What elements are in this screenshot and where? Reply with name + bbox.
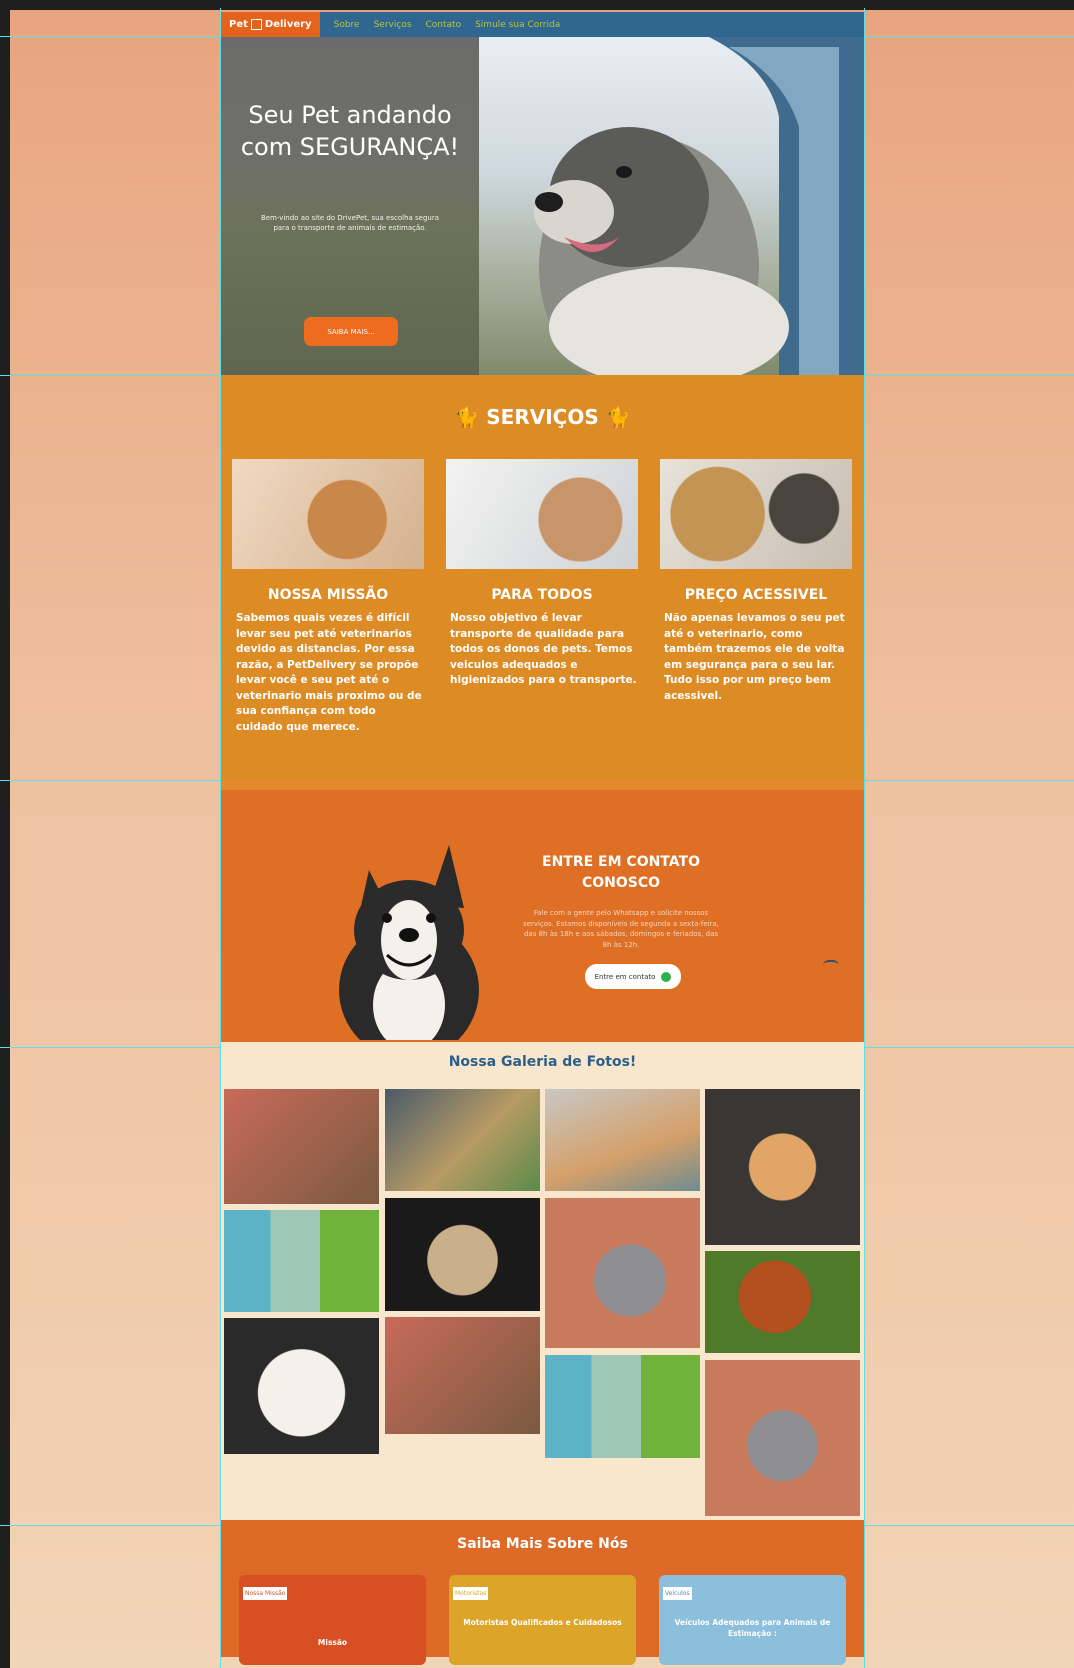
screen-left-edge	[0, 8, 10, 1668]
hero-section: Seu Pet andando com SEGURANÇA! Bem-vindo…	[221, 37, 864, 375]
nav-link-simule[interactable]: Simule sua Corrida	[475, 20, 560, 30]
services-title: 🐈 SERVIÇOS 🐈	[454, 405, 631, 429]
service-card-para-todos: PARA TODOS Nosso objetivo é levar transp…	[446, 459, 638, 689]
gallery-photo-bunny[interactable]	[545, 1198, 700, 1348]
hero-subtitle: Bem-vindo ao site do DrivePet, sua escol…	[260, 214, 440, 232]
service-heading: PREÇO ACESSIVEL	[684, 587, 828, 603]
gallery-photo-parakeets[interactable]	[224, 1210, 379, 1312]
about-card-missao[interactable]: Nossa Missão Missão	[239, 1575, 426, 1665]
gallery-photo-dog-outdoors[interactable]	[385, 1089, 540, 1191]
hero-title: Seu Pet andando com SEGURANÇA!	[240, 101, 460, 161]
whatsapp-icon	[661, 971, 672, 982]
brand-suffix: Delivery	[264, 19, 312, 30]
cat-icon: 🐈	[454, 405, 480, 429]
service-heading: NOSSA MISSÃO	[267, 587, 389, 603]
contact-title: ENTRE EM CONTATO CONOSCO	[542, 854, 700, 891]
card-text: Veículos Adequados para Animais de Estim…	[674, 1618, 831, 1638]
whatsapp-contact-button[interactable]: Entre em contato	[585, 964, 681, 989]
page-content: Pet Delivery Sobre Serviços Contato Simu…	[221, 12, 864, 1665]
paw-box-icon	[250, 19, 262, 30]
service-text: Não apenas levamos o seu pet até o veter…	[664, 612, 845, 702]
gallery-photo-dog[interactable]	[224, 1089, 379, 1204]
card-tag: Veículos	[663, 1587, 692, 1600]
screen-top-edge	[0, 0, 1074, 10]
brand-logo[interactable]: Pet Delivery	[221, 12, 320, 37]
nav-link-servicos[interactable]: Serviços	[374, 20, 412, 30]
card-text: Motoristas Qualificados e Cuidadosos	[463, 1618, 622, 1627]
about-title: Saiba Mais Sobre Nós	[457, 1536, 628, 1552]
service-heading: PARA TODOS	[491, 587, 593, 603]
service-text: Sabemos quais vezes é difícil levar seu …	[236, 612, 422, 733]
contact-text: Fale com a gente pelo Whatsapp e solicit…	[523, 909, 719, 949]
cat-icon: 🐈	[605, 405, 631, 429]
gallery-photo-cat-toy[interactable]	[545, 1089, 700, 1191]
saiba-mais-button[interactable]: SAIBA MAIS...	[304, 317, 398, 346]
service-card-preco: PREÇO ACESSIVEL Não apenas levamos o seu…	[660, 459, 852, 704]
service-text: Nosso objetivo é levar transporte de qua…	[450, 612, 637, 686]
card-tag: Nossa Missão	[243, 1587, 288, 1600]
nav-link-sobre[interactable]: Sobre	[334, 20, 360, 30]
about-section: Saiba Mais Sobre Nós Nossa Missão Missão…	[221, 1520, 864, 1665]
guide-line	[864, 8, 865, 1668]
grooming-dog-photo	[232, 459, 424, 569]
dog-in-car-illustration	[534, 37, 864, 375]
gallery-photo-white-dog[interactable]	[224, 1318, 379, 1454]
about-card-veiculos[interactable]: Veículos Veículos Adequados para Animais…	[659, 1575, 846, 1665]
card-tag: Motoristas	[453, 1587, 489, 1600]
dog-cat-sleeping-photo	[660, 459, 852, 569]
card-text: Missão	[317, 1638, 348, 1647]
nav-link-contato[interactable]: Contato	[426, 20, 462, 30]
vet-cat-photo	[446, 459, 638, 569]
service-card-missao: NOSSA MISSÃO Sabemos quais vezes é difíc…	[232, 459, 424, 735]
contact-section: ENTRE EM CONTATO CONOSCO Fale com a gent…	[221, 780, 864, 1042]
gallery-section: Nossa Galeria de Fotos!	[221, 1042, 864, 1520]
gallery-photo-parakeets-2[interactable]	[545, 1355, 700, 1458]
hero-text-panel: Seu Pet andando com SEGURANÇA! Bem-vindo…	[221, 37, 479, 375]
hero-dog-car-photo	[479, 37, 864, 375]
gallery-photo-hamster[interactable]	[705, 1089, 860, 1245]
gallery-photo-guinea-pigs[interactable]	[705, 1251, 860, 1353]
gallery-photo-cat[interactable]	[385, 1198, 540, 1311]
about-card-motoristas[interactable]: Motoristas Motoristas Qualificados e Cui…	[449, 1575, 636, 1665]
gallery-photo-dog-2[interactable]	[385, 1317, 540, 1434]
smiling-dog-image	[339, 845, 479, 1040]
gallery-photo-bunny-2[interactable]	[705, 1360, 860, 1516]
top-navbar: Pet Delivery Sobre Serviços Contato Simu…	[221, 12, 864, 37]
brand-prefix: Pet	[229, 19, 248, 30]
scroll-indicator-icon	[823, 960, 839, 966]
services-section: 🐈 SERVIÇOS 🐈 NOSSA MISSÃO Sabemos quais …	[221, 375, 864, 780]
gallery-title: Nossa Galeria de Fotos!	[448, 1054, 637, 1070]
